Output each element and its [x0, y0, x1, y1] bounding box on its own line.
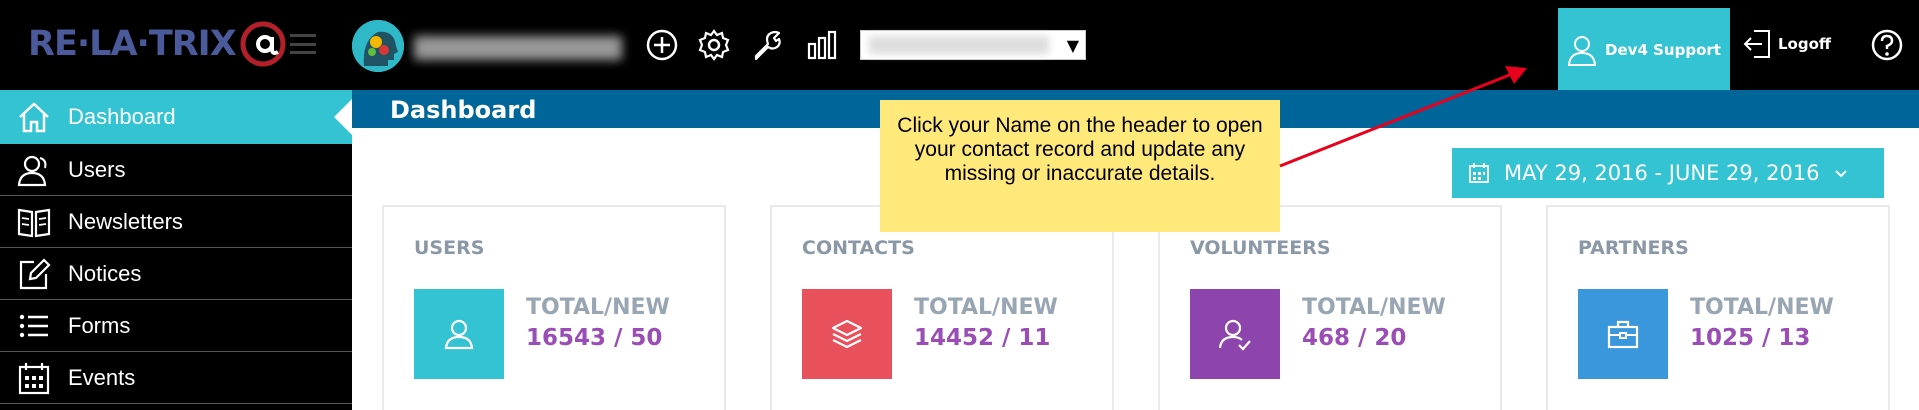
card-label: TOTAL/NEW	[1302, 295, 1446, 320]
card-value: 14452 / 11	[914, 325, 1051, 351]
help-tooltip: Click your Name on the header to open yo…	[880, 100, 1280, 232]
edit-icon	[19, 257, 51, 289]
relatrix-logo[interactable]: RE·LA·TRIX	[28, 16, 288, 72]
sidebar-item-events[interactable]: Events	[0, 352, 352, 404]
sidebar-item-label: Users	[68, 156, 126, 182]
organization-avatar[interactable]	[352, 20, 404, 72]
card-icon-box	[1190, 289, 1280, 379]
bar-chart-icon[interactable]	[805, 28, 839, 62]
sidebar-item-label: Newsletters	[68, 208, 183, 234]
users-icon	[17, 155, 47, 186]
user-check-icon	[1218, 319, 1251, 351]
sidebar-item-label: Forms	[68, 312, 131, 338]
card-label: TOTAL/NEW	[1690, 295, 1834, 320]
stat-card-contacts: CONTACTS TOTAL/NEW 14452 / 11	[770, 205, 1114, 410]
app-window: RE·LA·TRIX ▼ Dev4 Support Logoff Dashboa…	[0, 0, 1919, 410]
user-icon	[444, 319, 474, 350]
card-icon-box	[1578, 289, 1668, 379]
stat-card-volunteers: VOLUNTEERS TOTAL/NEW 468 / 20	[1158, 205, 1502, 410]
card-value: 1025 / 13	[1690, 325, 1811, 351]
add-icon[interactable]	[645, 28, 679, 62]
dropdown-arrow-icon: ▼	[1066, 36, 1079, 55]
site-select-dropdown[interactable]: ▼	[860, 30, 1086, 60]
card-icon-box	[802, 289, 892, 379]
user-profile-button[interactable]: Dev4 Support	[1558, 8, 1730, 92]
card-title: USERS	[414, 237, 485, 259]
date-range-picker-button[interactable]: MAY 29, 2016 - JUNE 29, 2016	[1452, 148, 1884, 198]
page-title: Dashboard	[390, 96, 537, 124]
card-title: PARTNERS	[1578, 237, 1689, 259]
settings-gear-icon[interactable]	[697, 28, 731, 62]
card-label: TOTAL/NEW	[526, 295, 670, 320]
menu-toggle-icon[interactable]	[290, 34, 316, 54]
chevron-down-icon	[1834, 170, 1847, 178]
stat-card-users: USERS TOTAL/NEW 16543 / 50	[382, 205, 726, 410]
card-title: VOLUNTEERS	[1190, 237, 1331, 259]
sidebar-item-notices[interactable]: Notices	[0, 248, 352, 300]
user-icon	[1567, 36, 1597, 66]
logoff-button[interactable]: Logoff	[1742, 24, 1831, 64]
card-value: 468 / 20	[1302, 325, 1407, 351]
organization-name-redacted	[414, 36, 622, 60]
stat-card-partners: PARTNERS TOTAL/NEW 1025 / 13	[1546, 205, 1890, 410]
card-value: 16543 / 50	[526, 325, 663, 351]
head-gears-icon	[352, 20, 404, 72]
sidebar-item-users[interactable]: Users	[0, 144, 352, 196]
layers-icon	[831, 319, 863, 349]
sidebar: Dashboard Users Newsletters Notices Form…	[0, 90, 352, 410]
date-range-label: MAY 29, 2016 - JUNE 29, 2016	[1504, 161, 1820, 185]
sidebar-item-forms[interactable]: Forms	[0, 300, 352, 352]
list-icon	[19, 314, 48, 337]
calendar-icon	[1469, 163, 1489, 183]
wrench-icon[interactable]	[750, 28, 784, 62]
briefcase-icon	[1607, 320, 1639, 349]
calendar-icon	[18, 362, 50, 394]
user-name-label: Dev4 Support	[1605, 41, 1721, 59]
card-title: CONTACTS	[802, 237, 915, 259]
newsletter-icon	[17, 208, 51, 237]
at-logo-icon	[240, 21, 286, 67]
card-label: TOTAL/NEW	[914, 295, 1058, 320]
logoff-label: Logoff	[1778, 35, 1832, 53]
sidebar-item-label: Events	[68, 364, 136, 390]
sidebar-item-newsletters[interactable]: Newsletters	[0, 196, 352, 248]
help-icon[interactable]	[1870, 28, 1904, 62]
sidebar-item-label: Dashboard	[68, 104, 176, 129]
card-icon-box	[414, 289, 504, 379]
logout-icon	[1743, 30, 1770, 58]
site-select-value-redacted	[869, 36, 1049, 54]
sidebar-item-label: Notices	[68, 260, 142, 286]
home-icon	[19, 102, 49, 133]
logo-text: RE·LA·TRIX	[28, 24, 237, 64]
sidebar-item-dashboard[interactable]: Dashboard	[0, 90, 352, 144]
header: RE·LA·TRIX ▼ Dev4 Support Logoff	[0, 0, 1919, 92]
